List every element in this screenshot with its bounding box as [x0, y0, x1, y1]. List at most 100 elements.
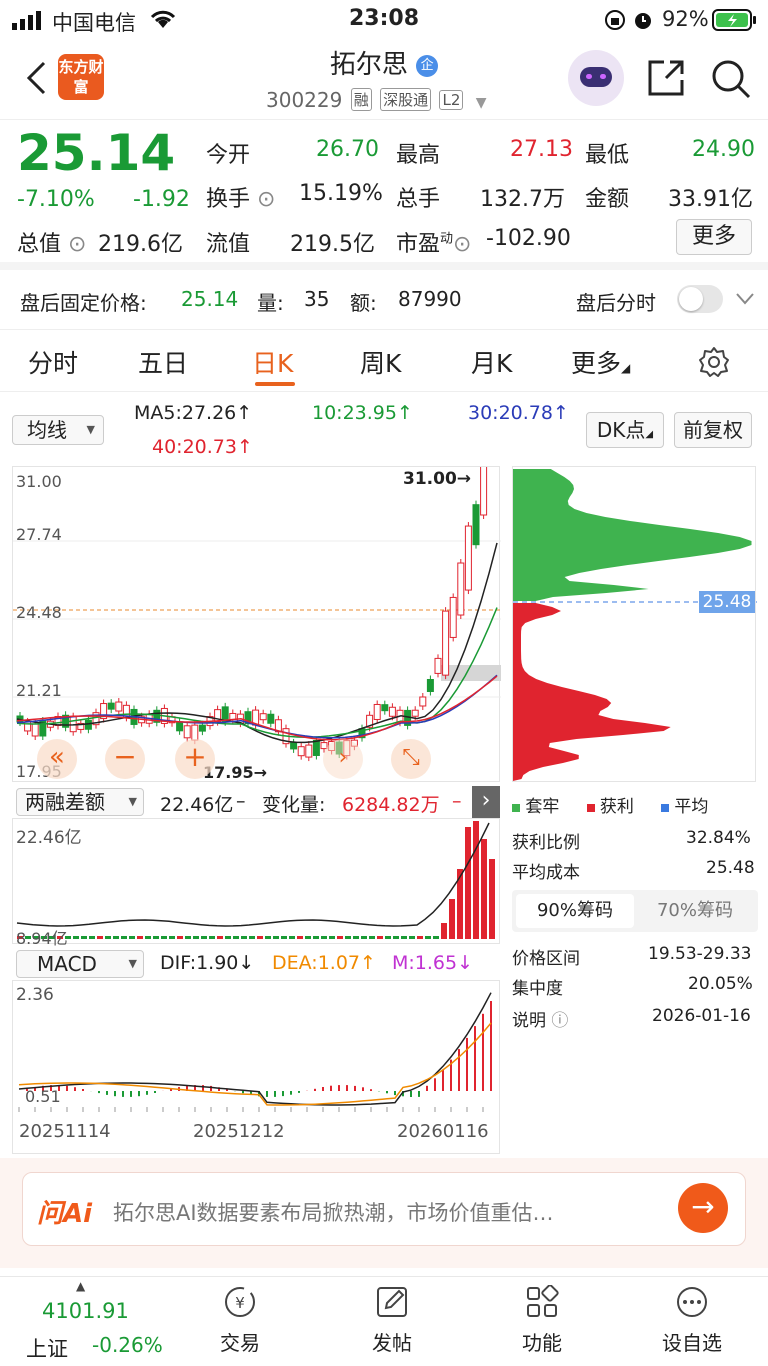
label: 市盈 — [396, 232, 441, 257]
tab-five-day[interactable]: 五日 — [138, 344, 188, 380]
tab-weekly-k[interactable]: 周K — [360, 344, 401, 380]
macd-select[interactable]: MACD ▼ — [16, 950, 144, 978]
high-label: 最高 — [396, 143, 441, 168]
zoom-out-icon[interactable]: − — [105, 739, 145, 779]
indicator-select[interactable]: 均线 ▼ — [12, 415, 104, 445]
chip-legend: 套牢 获利 平均 — [512, 792, 758, 817]
nav-post-label: 发帖 — [372, 1331, 412, 1355]
adjust-button[interactable]: 前复权 — [674, 412, 752, 448]
margin-bar — [353, 936, 359, 939]
margin-bar — [233, 936, 239, 939]
status-bar: 中国电信 23:08 92% — [0, 0, 768, 40]
tab-more[interactable]: 更多◢ — [571, 344, 630, 380]
macd-dea: DEA:1.07↑ — [272, 952, 376, 974]
y-label-2: 27.74 — [16, 525, 62, 544]
margin-bar — [265, 936, 271, 939]
more-button[interactable]: 更多 — [676, 219, 752, 255]
margin-bar — [345, 936, 351, 939]
search-icon[interactable] — [710, 58, 752, 100]
margin-bar — [321, 936, 327, 939]
margin-select[interactable]: 两融差额 ▼ — [16, 788, 144, 816]
info-icon[interactable]: ⊙ — [250, 187, 275, 212]
svg-text:¥: ¥ — [235, 1294, 245, 1312]
info-icon[interactable]: ⊙ — [453, 232, 471, 257]
candle-body — [388, 706, 396, 717]
legend-label: 套牢 — [525, 797, 560, 817]
margin-bar — [241, 936, 247, 939]
macd-y-top: 2.36 — [16, 985, 54, 1005]
share-icon[interactable] — [646, 58, 686, 98]
candle-body — [31, 723, 39, 737]
quote-panel: 25.14 -7.10% -1.92 总值 ⊙ 219.6亿 今开 26.70 … — [0, 120, 768, 270]
nav-trade-label: 交易 — [220, 1331, 260, 1355]
candle-body — [191, 724, 199, 741]
trade-icon: ¥ — [225, 1287, 255, 1317]
tab-intraday[interactable]: 分时 — [28, 344, 78, 380]
chip-distribution-chart[interactable]: 25.48 — [512, 466, 757, 782]
tab-chip-70[interactable]: 70%筹码 — [636, 894, 754, 928]
battery-icon — [712, 9, 756, 31]
candle-body — [464, 525, 472, 591]
margin-change-value: 6284.82万 — [342, 794, 440, 816]
legend-swatch — [512, 804, 520, 812]
tab-monthly-k[interactable]: 月K — [471, 344, 512, 380]
chevron-down-icon[interactable] — [735, 292, 755, 306]
fullscreen-icon[interactable]: ⤡ — [391, 739, 431, 779]
candle-body — [297, 746, 305, 757]
low-value: 24.90 — [692, 137, 755, 162]
dropdown-caret-icon[interactable]: ▼ — [476, 95, 487, 111]
zoom-in-icon[interactable]: + — [175, 739, 215, 779]
nav-trade[interactable]: ¥ 交易 — [180, 1285, 300, 1356]
margin-bar — [257, 936, 263, 939]
l2-tag: L2 — [439, 90, 464, 110]
stock-name-text: 拓尔思 — [329, 50, 408, 80]
margin-line — [16, 822, 490, 927]
margin-bar — [193, 936, 199, 939]
dk-point-label: DK点 — [596, 418, 646, 442]
date-label-2: 20251212 — [193, 1121, 285, 1142]
nav-functions[interactable]: 功能 — [482, 1285, 602, 1356]
kline-chart[interactable]: 31.00 27.74 24.48 21.21 17.95 31.00→ 17.… — [12, 466, 501, 782]
candle-body — [107, 702, 115, 710]
margin-bar — [153, 936, 159, 939]
tab-chip-90[interactable]: 90%筹码 — [516, 894, 634, 928]
info-icon[interactable]: ⊙ — [61, 232, 86, 257]
candle-body — [381, 704, 389, 712]
ai-prompt-text: 拓尔思AI数据要素布局掀热潮，市场价值重估… — [113, 1201, 554, 1225]
label: 换手 — [206, 187, 251, 212]
dk-point-button[interactable]: DK点◢ — [586, 412, 664, 448]
candle-body — [229, 712, 237, 720]
margin-bar — [105, 936, 111, 939]
after-hours-amt-label: 额: — [350, 291, 377, 315]
scroll-left-icon[interactable]: « — [37, 739, 77, 779]
profit-ratio-value: 32.84% — [686, 828, 751, 848]
stock-code-row[interactable]: 300229 融 深股通 L2 ▼ — [266, 88, 487, 112]
nav-post[interactable]: 发帖 — [332, 1285, 452, 1356]
concentration-label: 集中度 — [512, 979, 563, 999]
candle-body — [480, 467, 488, 516]
volume-value: 132.7万 — [480, 187, 565, 212]
expand-arrow-icon[interactable]: › — [472, 786, 500, 818]
candle-body — [312, 739, 320, 756]
settings-gear-icon[interactable] — [698, 346, 730, 378]
candle-body — [426, 678, 434, 692]
tab-daily-k[interactable]: 日K — [252, 344, 293, 380]
macd-select-label: MACD — [37, 952, 97, 976]
candle-body — [373, 703, 381, 720]
nav-watchlist[interactable]: 设自选 — [632, 1285, 752, 1356]
margin-change-label: 变化量: — [262, 794, 326, 816]
high-value: 27.13 — [510, 137, 573, 162]
ai-go-arrow-icon[interactable]: → — [678, 1183, 728, 1233]
candle-body — [84, 719, 92, 730]
after-hours-vol: 35 — [304, 287, 330, 311]
margin-bar — [121, 936, 127, 939]
info-icon[interactable]: ⓘ — [551, 1011, 568, 1031]
total-cap-label: 总值 ⊙ — [17, 226, 86, 258]
index-ticker[interactable]: ▲ 4101.91 上证 -0.26% — [0, 1277, 170, 1366]
ai-prompt-box[interactable]: 问Ai 拓尔思AI数据要素布局掀热潮，市场价值重估… — [22, 1172, 746, 1246]
candle-body — [434, 657, 442, 674]
scroll-right-icon[interactable]: › — [323, 739, 363, 779]
chip-tabs: 90%筹码 70%筹码 — [512, 890, 758, 932]
after-hours-toggle[interactable] — [677, 285, 723, 313]
ai-robot-avatar[interactable] — [568, 50, 624, 106]
